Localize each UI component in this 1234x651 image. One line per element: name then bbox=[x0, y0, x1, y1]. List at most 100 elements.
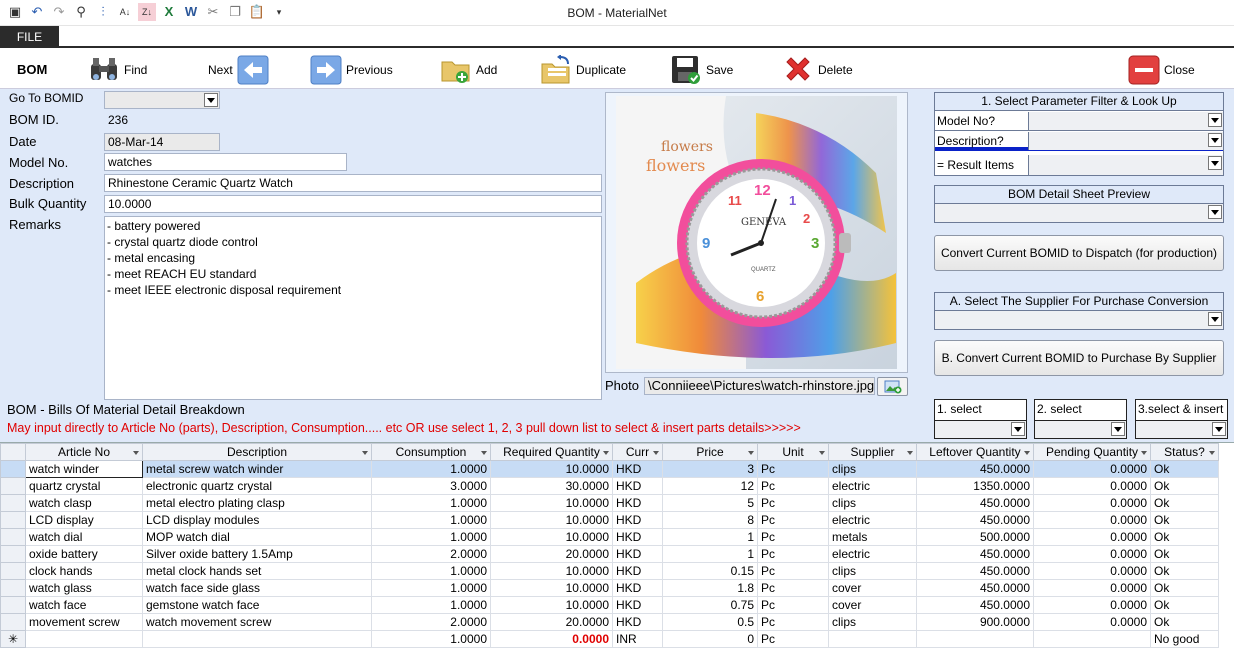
leftover-quantity-cell[interactable] bbox=[916, 630, 1034, 648]
filter-model-combo[interactable] bbox=[1028, 112, 1223, 130]
col-header-description[interactable]: Description bbox=[142, 443, 372, 461]
curr-cell[interactable]: INR bbox=[612, 630, 663, 648]
status-cell[interactable]: Ok bbox=[1150, 460, 1219, 478]
status-cell[interactable]: Ok bbox=[1150, 613, 1219, 631]
supplier-cell[interactable] bbox=[828, 630, 917, 648]
col-header-leftover-quantity[interactable]: Leftover Quantity bbox=[916, 443, 1034, 461]
status-cell[interactable]: Ok bbox=[1150, 494, 1219, 512]
unit-cell[interactable]: Pc bbox=[757, 579, 829, 597]
price-cell[interactable]: 0.5 bbox=[662, 613, 758, 631]
col-header-price[interactable]: Price bbox=[662, 443, 758, 461]
consumption-cell[interactable]: 2.0000 bbox=[371, 545, 491, 563]
pending-quantity-cell[interactable]: 0.0000 bbox=[1033, 528, 1151, 546]
file-tab[interactable]: FILE bbox=[0, 26, 59, 48]
unit-cell[interactable]: Pc bbox=[757, 545, 829, 563]
description-cell[interactable]: LCD display modules bbox=[142, 511, 372, 529]
description-cell[interactable] bbox=[142, 630, 372, 648]
col-header-pending-quantity[interactable]: Pending Quantity bbox=[1033, 443, 1151, 461]
pending-quantity-cell[interactable]: 0.0000 bbox=[1033, 579, 1151, 597]
chevron-down-icon[interactable] bbox=[1111, 422, 1125, 436]
price-cell[interactable]: 0 bbox=[662, 630, 758, 648]
supplier-cell[interactable]: cover bbox=[828, 579, 917, 597]
chevron-down-icon[interactable] bbox=[1011, 422, 1025, 436]
leftover-quantity-cell[interactable]: 1350.0000 bbox=[916, 477, 1034, 495]
price-cell[interactable]: 1 bbox=[662, 528, 758, 546]
table-row[interactable]: LCD display LCD display modules 1.0000 10.0… bbox=[0, 511, 1219, 529]
save-button[interactable]: Save bbox=[670, 53, 733, 86]
consumption-cell[interactable]: 1.0000 bbox=[371, 596, 491, 614]
chevron-down-icon[interactable] bbox=[1208, 133, 1222, 147]
curr-cell[interactable]: HKD bbox=[612, 494, 663, 512]
supplier-cell[interactable]: electric bbox=[828, 511, 917, 529]
price-cell[interactable]: 8 bbox=[662, 511, 758, 529]
required-quantity-cell[interactable]: 20.0000 bbox=[490, 613, 613, 631]
status-cell[interactable]: Ok bbox=[1150, 477, 1219, 495]
leftover-quantity-cell[interactable]: 450.0000 bbox=[916, 511, 1034, 529]
find-button[interactable]: Find bbox=[88, 53, 147, 86]
article-cell[interactable]: oxide battery bbox=[25, 545, 143, 563]
description-cell[interactable]: metal screw watch winder bbox=[142, 460, 372, 478]
required-quantity-cell[interactable]: 10.0000 bbox=[490, 596, 613, 614]
delete-button[interactable]: Delete bbox=[782, 53, 853, 86]
pending-quantity-cell[interactable]: 0.0000 bbox=[1033, 562, 1151, 580]
new-row-marker-icon[interactable]: ✳ bbox=[0, 630, 26, 648]
description-cell[interactable]: gemstone watch face bbox=[142, 596, 372, 614]
description-cell[interactable]: watch movement screw bbox=[142, 613, 372, 631]
required-quantity-cell[interactable]: 0.0000 bbox=[490, 630, 613, 648]
add-button[interactable]: Add bbox=[440, 53, 497, 86]
supplier-cell[interactable]: electric bbox=[828, 477, 917, 495]
consumption-cell[interactable]: 1.0000 bbox=[371, 562, 491, 580]
col-header-supplier[interactable]: Supplier bbox=[828, 443, 917, 461]
curr-cell[interactable]: HKD bbox=[612, 579, 663, 597]
curr-cell[interactable]: HKD bbox=[612, 477, 663, 495]
description-cell[interactable]: Silver oxide battery 1.5Amp bbox=[142, 545, 372, 563]
bulk-quantity-field[interactable]: 10.0000 bbox=[104, 195, 602, 213]
supplier-cell[interactable]: cover bbox=[828, 596, 917, 614]
unit-cell[interactable]: Pc bbox=[757, 511, 829, 529]
supplier-cell[interactable]: clips bbox=[828, 494, 917, 512]
row-selector[interactable] bbox=[0, 477, 26, 495]
curr-cell[interactable]: HKD bbox=[612, 596, 663, 614]
leftover-quantity-cell[interactable]: 450.0000 bbox=[916, 596, 1034, 614]
leftover-quantity-cell[interactable]: 500.0000 bbox=[916, 528, 1034, 546]
price-cell[interactable]: 1.8 bbox=[662, 579, 758, 597]
browse-photo-button[interactable] bbox=[877, 377, 908, 396]
curr-cell[interactable]: HKD bbox=[612, 511, 663, 529]
description-cell[interactable]: metal electro plating clasp bbox=[142, 494, 372, 512]
supplier-cell[interactable]: clips bbox=[828, 613, 917, 631]
article-cell[interactable]: clock hands bbox=[25, 562, 143, 580]
price-cell[interactable]: 3 bbox=[662, 460, 758, 478]
row-selector[interactable] bbox=[0, 528, 26, 546]
description-cell[interactable]: metal clock hands set bbox=[142, 562, 372, 580]
supplier-cell[interactable]: clips bbox=[828, 562, 917, 580]
leftover-quantity-cell[interactable]: 450.0000 bbox=[916, 494, 1034, 512]
row-selector[interactable] bbox=[0, 511, 26, 529]
col-header-curr[interactable]: Curr bbox=[612, 443, 663, 461]
curr-cell[interactable]: HKD bbox=[612, 545, 663, 563]
select-3-combo[interactable] bbox=[1136, 420, 1227, 438]
unit-cell[interactable]: Pc bbox=[757, 477, 829, 495]
description-field[interactable]: Rhinestone Ceramic Quartz Watch bbox=[104, 174, 602, 192]
row-selector[interactable] bbox=[0, 613, 26, 631]
chevron-down-icon[interactable] bbox=[1208, 312, 1222, 326]
pending-quantity-cell[interactable]: 0.0000 bbox=[1033, 494, 1151, 512]
required-quantity-cell[interactable]: 10.0000 bbox=[490, 460, 613, 478]
chevron-down-icon[interactable] bbox=[1212, 422, 1226, 436]
supplier-cell[interactable]: electric bbox=[828, 545, 917, 563]
price-cell[interactable]: 0.15 bbox=[662, 562, 758, 580]
unit-cell[interactable]: Pc bbox=[757, 494, 829, 512]
article-cell[interactable]: watch dial bbox=[25, 528, 143, 546]
consumption-cell[interactable]: 2.0000 bbox=[371, 613, 491, 631]
required-quantity-cell[interactable]: 10.0000 bbox=[490, 562, 613, 580]
unit-cell[interactable]: Pc bbox=[757, 613, 829, 631]
pending-quantity-cell[interactable]: 0.0000 bbox=[1033, 460, 1151, 478]
table-row[interactable]: oxide battery Silver oxide battery 1.5Amp… bbox=[0, 545, 1219, 563]
unit-cell[interactable]: Pc bbox=[757, 460, 829, 478]
article-cell[interactable]: quartz crystal bbox=[25, 477, 143, 495]
status-cell[interactable]: Ok bbox=[1150, 579, 1219, 597]
status-cell[interactable]: No good bbox=[1150, 630, 1219, 648]
unit-cell[interactable]: Pc bbox=[757, 528, 829, 546]
close-button[interactable]: Close bbox=[1128, 53, 1195, 86]
leftover-quantity-cell[interactable]: 450.0000 bbox=[916, 562, 1034, 580]
photo-frame[interactable]: flowers flowers 12 3 6 9 1 2 11 GENEVA Q… bbox=[605, 92, 908, 373]
